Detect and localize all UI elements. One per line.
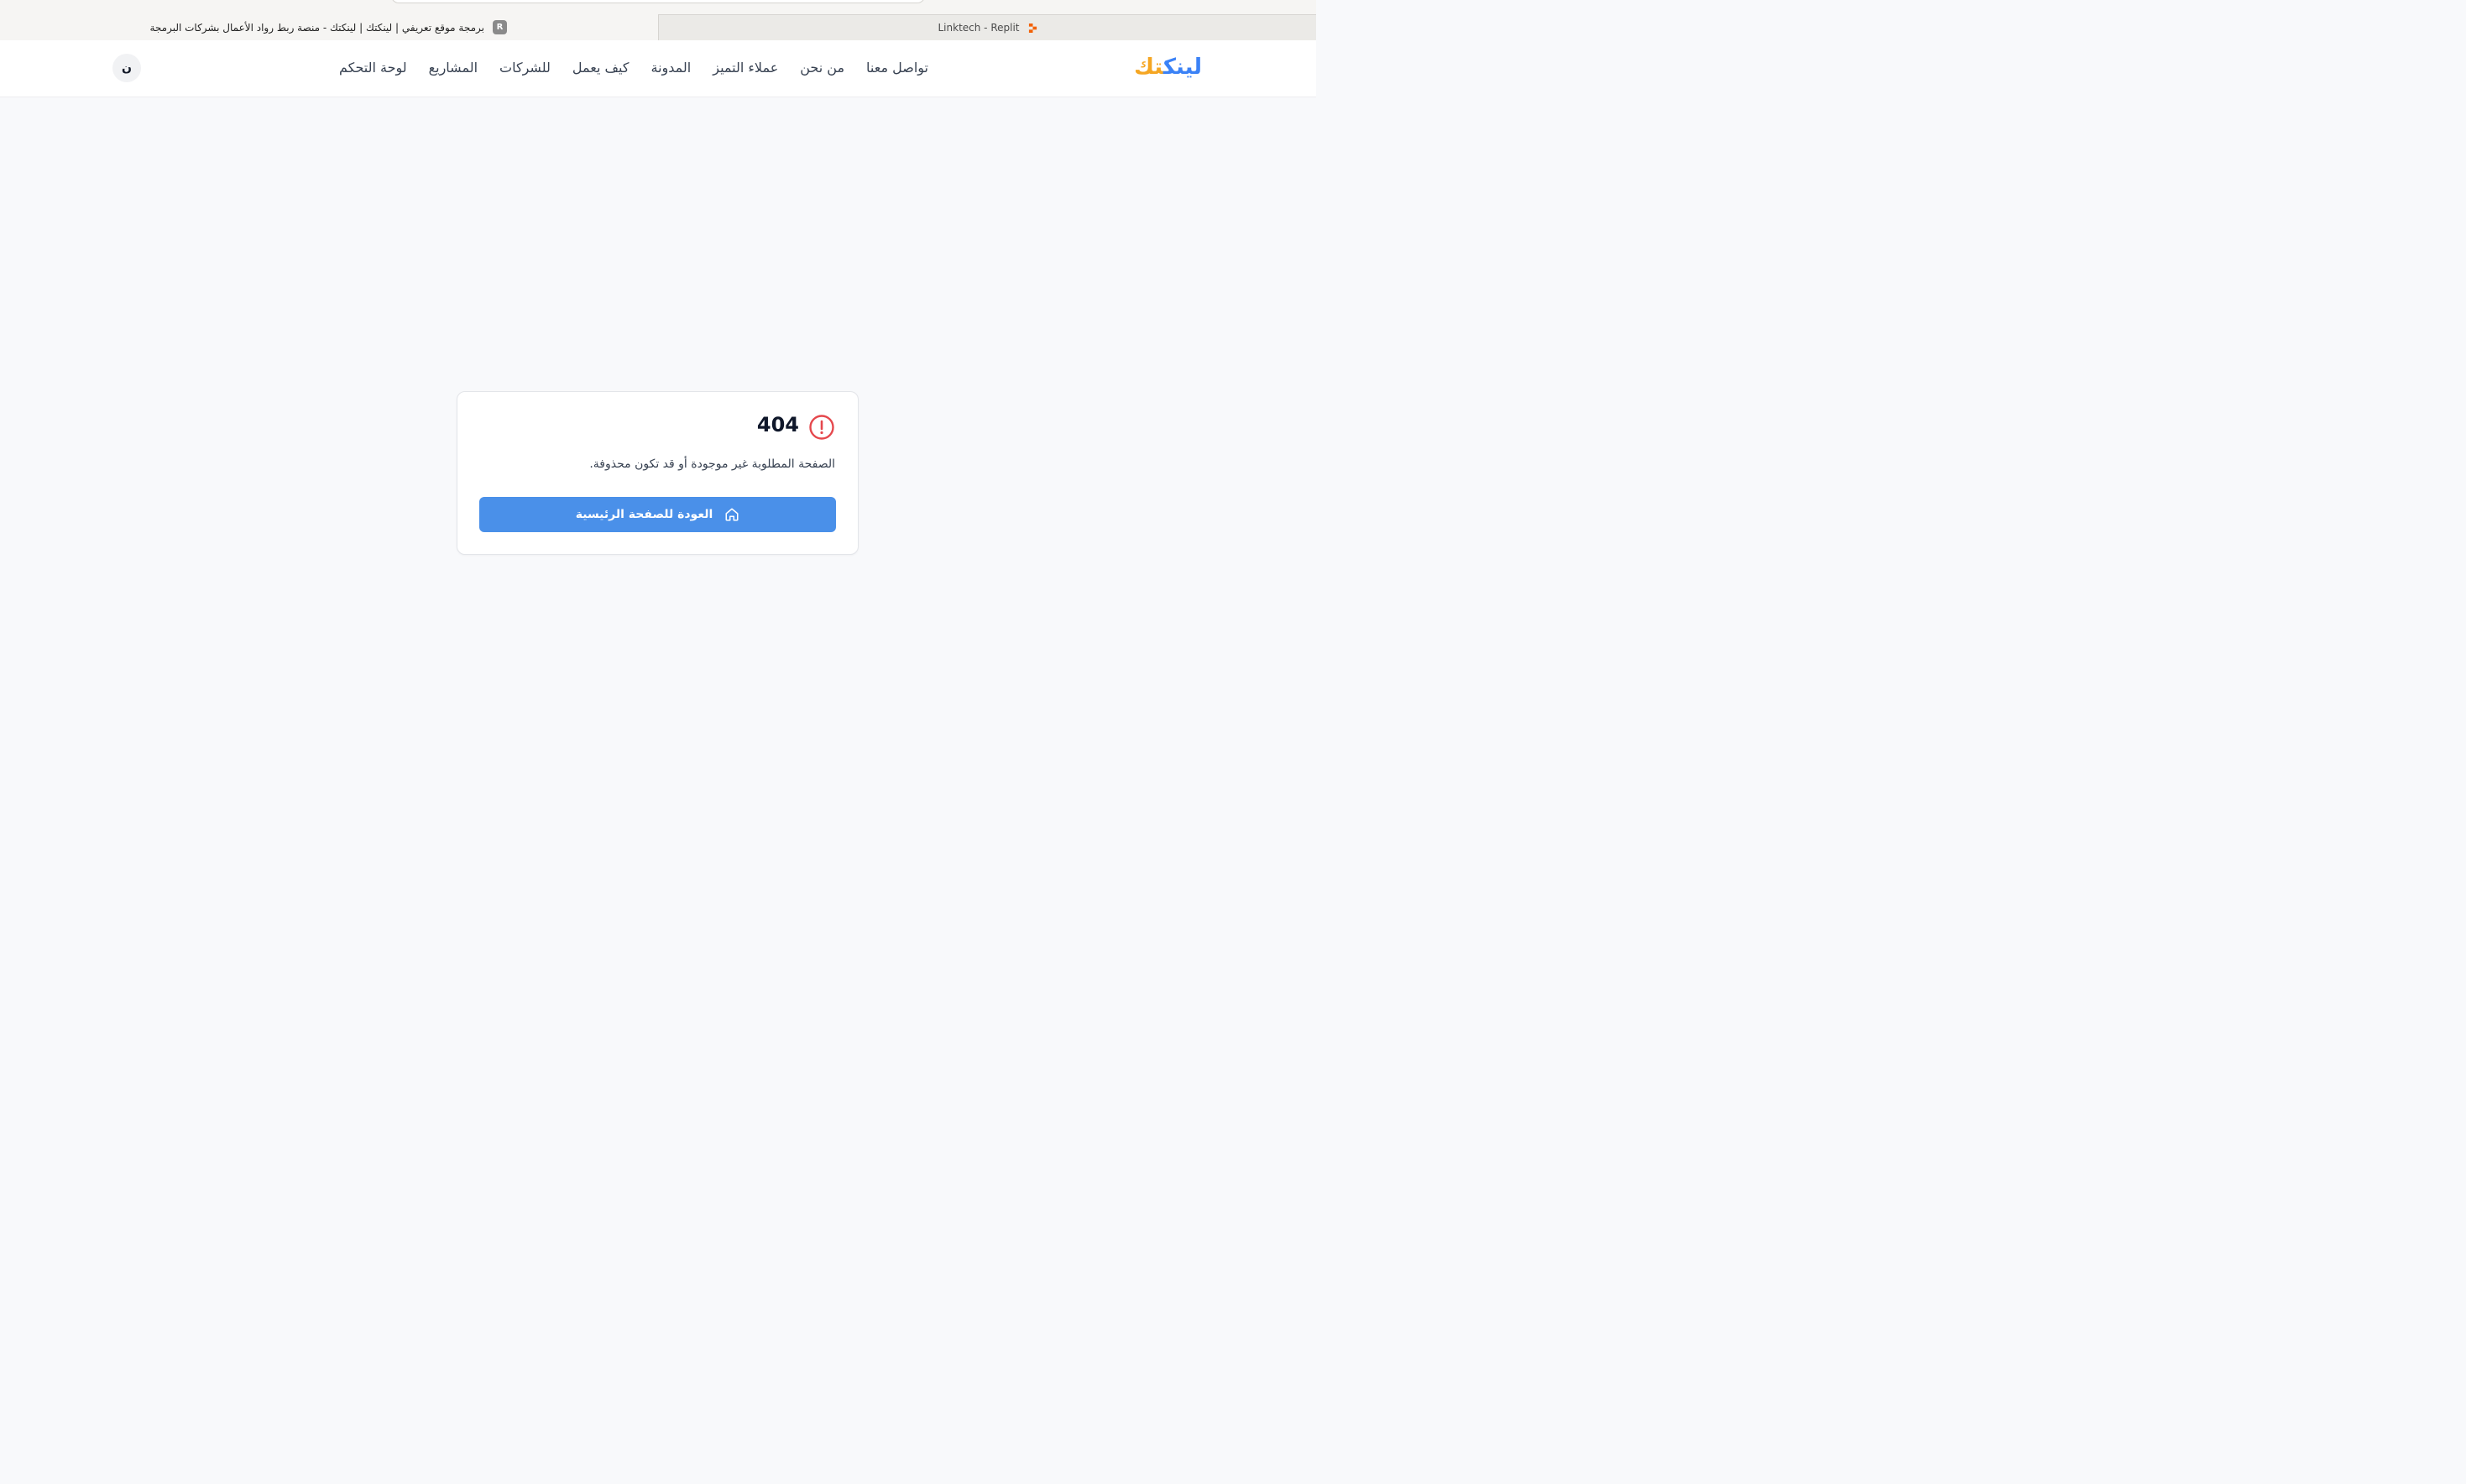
tab-title: Linktech - Replit (938, 22, 1020, 34)
home-icon (725, 508, 739, 521)
back-home-button[interactable]: العودة للصفحة الرئيسية (479, 497, 836, 532)
main-nav: لوحة التحكم المشاريع للشركات كيف يعمل ال… (339, 57, 928, 79)
error-code: 404 (756, 413, 799, 436)
nav-contact[interactable]: تواصل معنا (866, 57, 928, 79)
nav-how-it-works[interactable]: كيف يعمل (572, 57, 630, 79)
user-avatar[interactable]: ن (112, 54, 141, 82)
nav-about[interactable]: من نحن (800, 57, 844, 79)
address-bar[interactable] (391, 0, 925, 3)
site-logo[interactable]: لينكتك (1134, 54, 1202, 81)
tab-title: برمجة موقع تعريفي | لينكتك | لينكتك - من… (149, 21, 484, 34)
back-home-label: العودة للصفحة الرئيسية (575, 508, 713, 521)
nav-dashboard[interactable]: لوحة التحكم (339, 57, 407, 79)
error-message: الصفحة المطلوبة غير موجودة أو قد تكون مح… (589, 457, 835, 471)
alert-circle-icon (809, 415, 834, 440)
nav-for-companies[interactable]: للشركات (499, 57, 551, 79)
logo-part-tech: تك (1134, 55, 1163, 80)
tab-favicon-r-icon: R (493, 20, 507, 34)
page: R برمجة موقع تعريفي | لينكتك | لينكتك - … (0, 0, 1316, 792)
browser-tab-replit[interactable]: Linktech - Replit (658, 14, 1316, 40)
browser-tab-active[interactable]: R برمجة موقع تعريفي | لينكتك | لينكتك - … (0, 14, 658, 40)
logo-part-link: لينك (1162, 55, 1202, 80)
browser-chrome: R برمجة موقع تعريفي | لينكتك | لينكتك - … (0, 0, 1316, 40)
nav-projects[interactable]: المشاريع (429, 57, 478, 79)
site-header: لينكتك لوحة التحكم المشاريع للشركات كيف … (0, 40, 1316, 97)
replit-icon (1028, 23, 1037, 33)
error-heading: 404 (756, 413, 835, 441)
error-card: 404 الصفحة المطلوبة غير موجودة أو قد تكو… (457, 391, 859, 555)
nav-blog[interactable]: المدونة (651, 57, 692, 79)
nav-excellence-clients[interactable]: عملاء التميز (713, 57, 778, 79)
